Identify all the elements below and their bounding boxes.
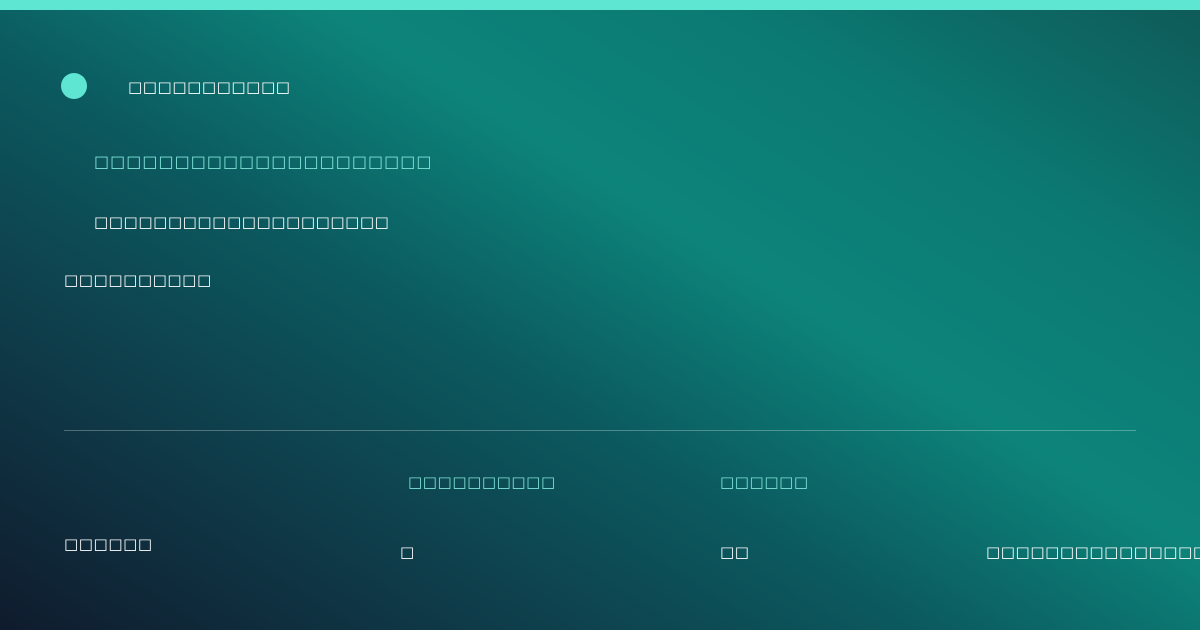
description-text: □□□□□□□□□□ (64, 271, 212, 289)
brand-name: □□□□□□□□□□□ (128, 78, 291, 96)
stat-value-1: □ (400, 543, 415, 561)
headline: □□□□□□□□□□□□□□□□□□□□□ (94, 152, 433, 171)
subheadline: □□□□□□□□□□□□□□□□□□□□ (94, 213, 390, 231)
stat-value-2: □□ (720, 543, 750, 561)
stat-label-1: □□□□□□□□□□ (408, 473, 556, 491)
top-accent-bar (0, 0, 1200, 10)
logo-dot-icon (61, 73, 87, 99)
footer-right-text: □□□□□□□□□□□□□□□ (986, 543, 1200, 561)
stat-label-2: □□□□□□ (720, 473, 809, 491)
footer-left-text: □□□□□□ (64, 535, 153, 553)
divider (64, 430, 1136, 431)
